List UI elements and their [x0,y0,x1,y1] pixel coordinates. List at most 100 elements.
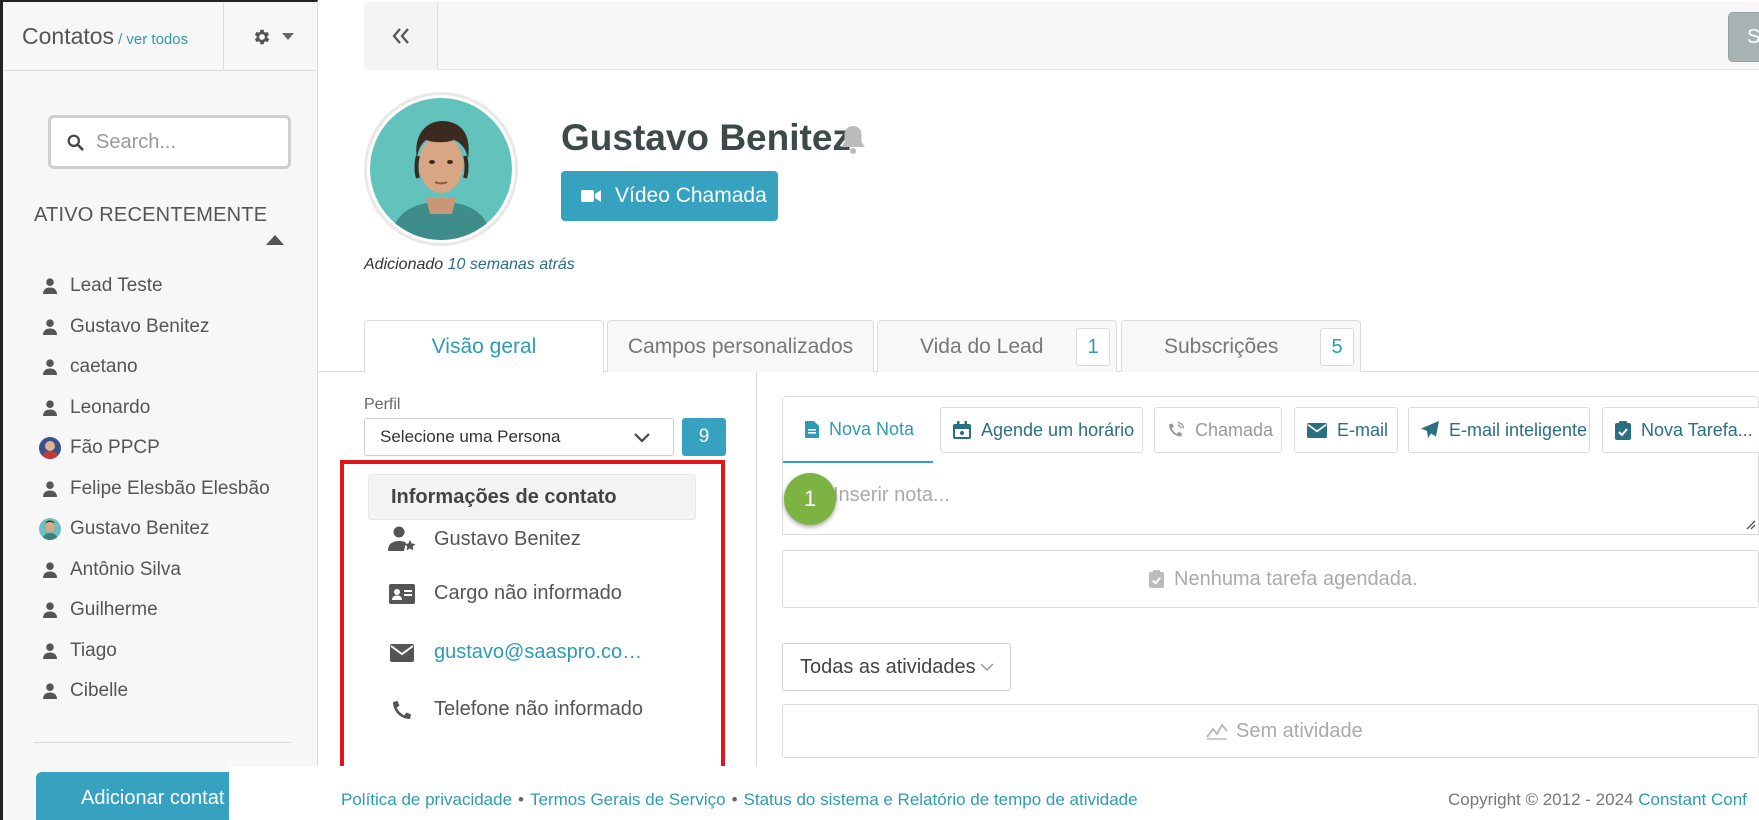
contact-info-email-row[interactable]: gustavo@saaspro.co… [388,641,642,664]
line-chart-icon [1206,722,1228,740]
envelope-icon [388,643,416,662]
footer-separator: • [731,790,738,809]
contact-name-title: Gustavo Benitez [561,117,851,158]
collapse-recent-arrow[interactable] [266,235,284,245]
chevron-down-icon [980,662,994,672]
tab-label: Subscrições [1164,334,1279,358]
user-icon [39,640,61,662]
user-icon [39,316,61,338]
recent-contact-item[interactable]: Tiago [39,631,270,672]
user-star-icon [388,526,416,552]
recent-contact-label: Gustavo Benitez [70,315,210,337]
status-link[interactable]: Status do sistema e Relatório de tempo d… [744,790,1138,810]
search-icon [67,134,84,151]
tab-lead-life[interactable]: Vida do Lead 1 [877,320,1117,372]
recent-contact-label: Guilherme [70,599,158,621]
sidebar-divider [34,742,291,743]
recent-contact-item[interactable]: Antônio Silva [39,550,270,591]
activity-filter-select[interactable]: Todas as atividades [782,643,1011,691]
view-all-link[interactable]: / ver todos [118,31,188,48]
user-icon [39,397,61,419]
collapse-sidebar-button[interactable] [364,2,438,70]
tab-smart-email[interactable]: E-mail inteligente [1408,407,1590,453]
contact-info-email[interactable]: gustavo@saaspro.co… [434,641,642,664]
footer-links: Política de privacidade • Termos Gerais … [341,790,1138,810]
contact-info-highlight: Informações de contato Gustavo Benitez C… [340,460,725,778]
phone-call-icon [1167,421,1185,439]
added-prefix: Adicionado [364,256,444,273]
settings-dropdown[interactable] [223,2,321,71]
user-icon [39,599,61,621]
added-info: Adicionado 10 semanas atrás [364,256,575,274]
tab-label: Vida do Lead [920,334,1044,358]
no-task-message: Nenhuma tarefa agendada. [782,550,1759,608]
activity-tab-label: Nova Tarefa... [1641,419,1753,440]
recent-contact-item[interactable]: Guilherme [39,590,270,631]
tab-call[interactable]: Chamada [1154,407,1282,453]
double-chevron-left-icon [392,28,410,44]
tab-label: Visão geral [431,335,537,358]
avatar [39,437,61,460]
recent-contact-item[interactable]: Felipe Elesbão Elesbão [39,469,270,510]
privacy-link[interactable]: Política de privacidade [341,790,512,810]
video-call-label: Vídeo Chamada [615,184,767,207]
search-input[interactable] [96,130,276,154]
terms-link[interactable]: Termos Gerais de Serviço [530,790,726,810]
recent-contact-item[interactable]: Cibelle [39,671,270,712]
contact-info-name: Gustavo Benitez [434,527,581,550]
tab-email[interactable]: E-mail [1294,407,1398,453]
contact-info-phone: Telefone não informado [434,698,644,720]
recent-contact-label: Leonardo [70,396,151,418]
recent-contact-label: Tiago [70,639,117,661]
recent-title: ATIVO RECENTEMENTE [34,204,268,226]
recent-contact-item[interactable]: Leonardo [39,388,270,429]
id-card-icon [388,583,416,604]
recent-contacts-list: Lead Teste Gustavo Benitez caetano Leona… [39,266,270,712]
bell-icon[interactable] [840,124,866,154]
caret-down-icon [281,32,294,41]
persona-count-badge[interactable]: 9 [682,418,726,456]
sidebar: Contatos / ver todos ATIVO RECENTEMENTE … [0,0,318,820]
recent-contact-item[interactable]: caetano [39,347,270,388]
brand-link[interactable]: Constant Conf [1638,790,1747,809]
video-camera-icon [581,189,601,203]
tab-new-note[interactable]: Nova Nota [783,397,933,464]
tab-subscriptions[interactable]: Subscrições 5 [1121,320,1361,372]
tab-schedule[interactable]: Agende um horário [940,407,1143,453]
clipboard-check-icon [1615,420,1631,440]
note-input[interactable]: Inserir nota... [782,463,1759,535]
added-when: 10 semanas atrás [447,256,575,273]
recent-contact-label: caetano [70,356,138,378]
clipboard-check-icon [1149,570,1164,588]
file-icon [805,420,819,438]
save-button[interactable]: Salvar [1728,12,1759,62]
recent-contact-item[interactable]: Lead Teste [39,266,270,307]
tab-custom-fields[interactable]: Campos personalizados [607,320,874,372]
recent-contact-item[interactable]: Fão PPCP [39,428,270,469]
footer: Política de privacidade • Termos Gerais … [229,766,1759,820]
user-icon [39,559,61,581]
copyright-text: Copyright © 2012 - 2024 [1448,790,1634,809]
no-activity-label: Sem atividade [1236,719,1363,742]
contact-info-phone-row: Telefone não informado [388,698,643,721]
overview-left-column: Perfil Selecione uma Persona 9 Informaçõ… [318,372,757,778]
gear-icon [252,27,272,47]
search-box[interactable] [48,115,291,169]
recent-contact-label: Felipe Elesbão Elesbão [70,477,270,499]
recent-contact-label: Lead Teste [70,275,163,297]
recent-contact-item[interactable]: Gustavo Benitez [39,307,270,348]
step-number-badge: 1 [784,473,836,525]
tab-new-task[interactable]: Nova Tarefa... [1602,407,1759,453]
contact-info-name-row: Gustavo Benitez [388,526,581,552]
calendar-icon [953,421,971,439]
chevron-down-icon [633,428,651,446]
video-call-button[interactable]: Vídeo Chamada [561,171,778,221]
recent-contact-label: Cibelle [70,680,129,702]
tab-overview[interactable]: Visão geral [364,320,604,373]
no-task-label: Nenhuma tarefa agendada. [1174,567,1418,590]
recent-contact-item[interactable]: Gustavo Benitez [39,509,270,550]
tab-badge: 1 [1076,328,1110,366]
tab-badge: 5 [1320,328,1354,366]
persona-select[interactable]: Selecione uma Persona [364,418,674,456]
activity-tab-label: Nova Nota [829,418,915,439]
